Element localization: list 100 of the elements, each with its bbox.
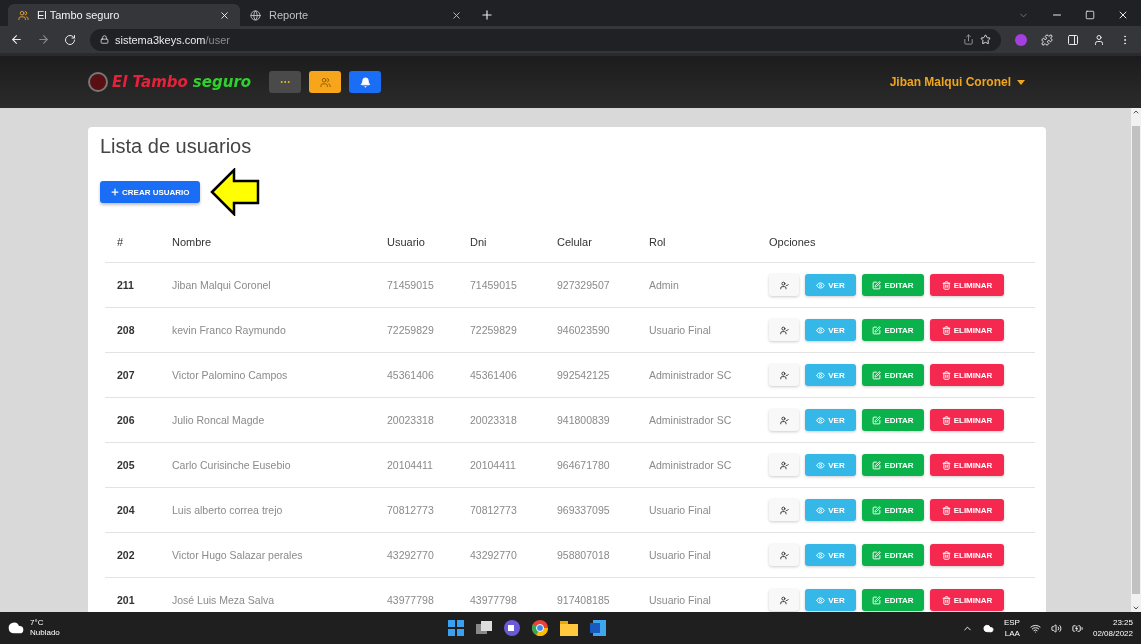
edit-button[interactable]: EDITAR <box>862 544 924 566</box>
table-cell-text: 43292770 <box>386 549 435 561</box>
delete-button[interactable]: ELIMINAR <box>930 274 1004 296</box>
brand-name: seguro <box>192 73 252 91</box>
table-cell-text: Julio Roncal Magde <box>171 414 266 426</box>
extension-icon[interactable] <box>1015 33 1027 46</box>
view-button[interactable]: VER <box>805 364 856 386</box>
edit-button[interactable]: EDITAR <box>862 454 924 476</box>
column-header: Usuario <box>386 236 426 248</box>
scrollbar[interactable] <box>1131 108 1141 612</box>
profile-icon[interactable] <box>1093 33 1105 46</box>
chrome-icon[interactable] <box>532 620 548 636</box>
side-panel-icon[interactable] <box>1067 33 1079 46</box>
user-check-icon <box>779 370 789 380</box>
view-button[interactable]: VER <box>805 319 856 341</box>
forward-icon[interactable] <box>37 33 50 46</box>
profile-button[interactable] <box>769 274 799 296</box>
table-cell-text: 207 <box>116 369 136 381</box>
table-cell-text: 964671780 <box>556 459 611 471</box>
table-cell-text: 917408185 <box>556 594 611 606</box>
eye-icon <box>816 280 826 290</box>
column-header: Celular <box>556 236 593 248</box>
delete-button[interactable]: ELIMINAR <box>930 499 1004 521</box>
chat-icon[interactable] <box>504 620 520 636</box>
browser-tab[interactable]: El Tambo seguro <box>8 4 240 26</box>
column-header: # <box>116 236 125 248</box>
table-cell-text: Administrador SC <box>648 459 733 471</box>
table-cell-text: 946023590 <box>556 324 611 336</box>
view-button[interactable]: VER <box>805 499 856 521</box>
table-cell-text: 71459015 <box>469 279 518 291</box>
language-code[interactable]: ESP <box>1003 617 1020 628</box>
profile-button[interactable] <box>769 589 799 611</box>
wifi-icon[interactable] <box>1029 622 1041 634</box>
group-button[interactable] <box>309 71 342 93</box>
keyboard-layout[interactable]: LAA <box>1004 628 1020 639</box>
start-icon[interactable] <box>448 620 464 636</box>
view-button[interactable]: VER <box>805 454 856 476</box>
profile-button[interactable] <box>769 319 799 341</box>
delete-button[interactable]: ELIMINAR <box>930 409 1004 431</box>
puzzle-icon[interactable] <box>1041 33 1053 46</box>
view-button[interactable]: VER <box>805 409 856 431</box>
eye-icon <box>816 505 826 515</box>
create-user-button[interactable]: CREAR USUARIO <box>100 181 200 203</box>
clock-time[interactable]: 23:25 <box>1112 617 1133 628</box>
delete-button[interactable]: ELIMINAR <box>930 454 1004 476</box>
profile-button[interactable] <box>769 544 799 566</box>
edit-button[interactable]: EDITAR <box>862 274 924 296</box>
delete-button[interactable]: ELIMINAR <box>930 319 1004 341</box>
back-icon[interactable] <box>10 33 23 46</box>
new-tab-icon[interactable] <box>480 8 494 22</box>
edit-button[interactable]: EDITAR <box>862 409 924 431</box>
table-cell-text: 20104411 <box>386 459 434 471</box>
table-cell-text: 70812773 <box>386 504 435 516</box>
edit-button[interactable]: EDITAR <box>862 364 924 386</box>
arrow-drawing <box>209 168 260 216</box>
notifications-button[interactable] <box>349 71 382 93</box>
eye-icon <box>816 325 826 335</box>
table-cell-text: 204 <box>116 504 136 516</box>
profile-button[interactable] <box>769 364 799 386</box>
word-icon[interactable] <box>590 620 606 636</box>
delete-button[interactable]: ELIMINAR <box>930 364 1004 386</box>
table-cell-text: Victor Palomino Campos <box>171 369 289 381</box>
clock-date[interactable]: 02/08/2022 <box>1092 628 1133 639</box>
delete-button[interactable]: ELIMINAR <box>930 544 1004 566</box>
table-cell-text: 43292770 <box>469 549 518 561</box>
close-tab-icon[interactable] <box>451 9 462 21</box>
volume-icon[interactable] <box>1050 622 1062 634</box>
table-cell-text: Usuario Final <box>648 594 712 606</box>
browser-tab[interactable]: Reporte <box>240 4 472 26</box>
trash-icon <box>941 550 951 560</box>
profile-button[interactable] <box>769 454 799 476</box>
view-button[interactable]: VER <box>805 544 856 566</box>
edit-button[interactable]: EDITAR <box>862 319 924 341</box>
share-icon[interactable] <box>963 34 974 45</box>
close-tab-icon[interactable] <box>219 9 230 21</box>
battery-icon[interactable] <box>1071 622 1083 634</box>
user-menu[interactable]: Jiban Malqui Coronel <box>883 74 1031 90</box>
pen-icon <box>872 460 882 470</box>
edit-button[interactable]: EDITAR <box>862 499 924 521</box>
reload-icon[interactable] <box>64 33 76 46</box>
task-view-icon[interactable] <box>476 620 492 636</box>
users-icon <box>319 76 331 88</box>
folder-icon[interactable] <box>560 620 578 636</box>
profile-button[interactable] <box>769 499 799 521</box>
view-button[interactable]: VER <box>805 274 856 296</box>
close-icon[interactable] <box>1117 9 1129 21</box>
view-button[interactable]: VER <box>805 589 856 611</box>
eye-icon <box>816 460 826 470</box>
table-cell-text: 45361406 <box>469 369 518 381</box>
star-icon[interactable] <box>980 34 991 45</box>
edit-button[interactable]: EDITAR <box>862 589 924 611</box>
scroll-up-icon[interactable] <box>1132 108 1140 116</box>
profile-button[interactable] <box>769 409 799 431</box>
delete-button[interactable]: ELIMINAR <box>930 589 1004 611</box>
table-cell-text: Usuario Final <box>648 549 712 561</box>
scroll-down-icon[interactable] <box>1132 604 1140 612</box>
trash-icon <box>941 505 951 515</box>
address-field[interactable]: sistema3keys.com/user <box>90 28 1001 51</box>
cloud-icon[interactable] <box>982 622 994 634</box>
maximize-icon[interactable] <box>1085 10 1095 20</box>
